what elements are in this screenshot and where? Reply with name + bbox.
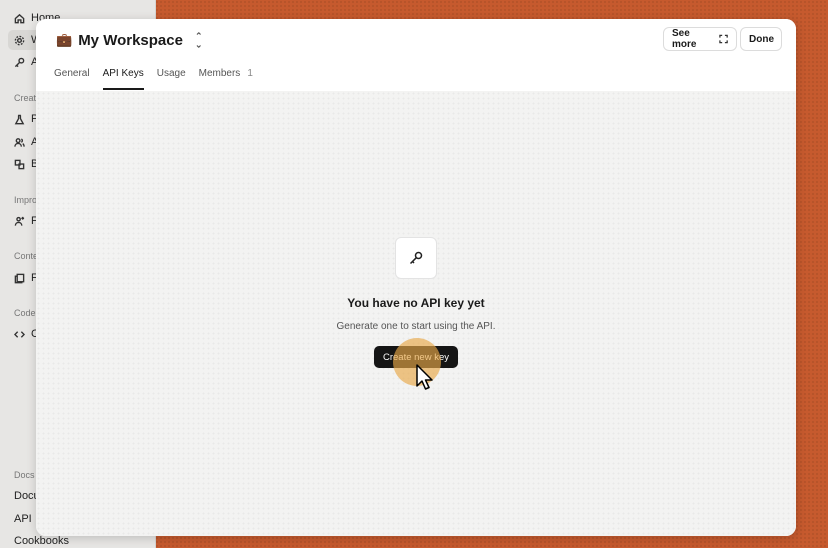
home-icon xyxy=(14,13,25,23)
sidebar-docs-title: Docs xyxy=(14,470,35,480)
empty-state-subtitle: Generate one to start using the API. xyxy=(336,321,496,332)
batch-icon xyxy=(14,159,25,169)
key-icon xyxy=(409,251,423,265)
see-more-button[interactable]: See more xyxy=(663,27,737,51)
tab-label: API Keys xyxy=(102,68,144,79)
workspace-modal: 💼 My Workspace ⌃ ⌃ See more Done General … xyxy=(36,19,796,536)
empty-state-title: You have no API key yet xyxy=(347,296,485,310)
key-icon xyxy=(14,57,25,67)
tab-label: Usage xyxy=(156,68,186,79)
done-label: Done xyxy=(749,33,774,45)
empty-state-icon-box xyxy=(395,237,437,279)
tab-usage[interactable]: Usage xyxy=(157,68,186,90)
sidebar-link-api[interactable]: API xyxy=(14,513,32,525)
tab-label: General xyxy=(54,68,90,79)
sidebar-section-title: Conte xyxy=(14,251,39,261)
tab-label: Members xyxy=(198,68,241,79)
sparkle-person-icon xyxy=(14,216,25,226)
mouse-cursor-icon xyxy=(416,364,433,390)
workspace-name: My Workspace xyxy=(78,31,183,49)
flask-icon xyxy=(14,114,25,124)
gear-icon xyxy=(14,35,25,45)
modal-header: 💼 My Workspace ⌃ ⌃ See more Done General … xyxy=(36,19,796,92)
code-icon xyxy=(14,330,25,338)
expand-icon xyxy=(719,34,728,44)
tab-members[interactable]: Members 1 xyxy=(199,68,253,90)
chevron-up-down-icon: ⌃ ⌃ xyxy=(194,31,203,50)
see-more-label: See more xyxy=(672,28,697,50)
api-keys-panel: You have no API key yet Generate one to … xyxy=(36,91,796,536)
sidebar-link-cookbooks[interactable]: Cookbooks xyxy=(14,535,69,547)
sidebar-section-title: Code xyxy=(14,308,36,318)
files-icon xyxy=(14,273,25,283)
members-count: 1 xyxy=(247,68,253,79)
tab-api-keys[interactable]: API Keys xyxy=(102,68,144,90)
users-icon xyxy=(14,137,25,147)
done-button[interactable]: Done xyxy=(740,27,782,51)
sidebar-item-assistants[interactable]: A xyxy=(14,132,38,152)
briefcase-icon: 💼 xyxy=(56,32,73,47)
sidebar-item-api[interactable]: A xyxy=(14,52,38,72)
tab-general[interactable]: General xyxy=(54,68,90,90)
tab-bar: General API Keys Usage Members 1 xyxy=(54,68,253,90)
workspace-selector[interactable]: 💼 My Workspace ⌃ ⌃ xyxy=(56,29,203,51)
